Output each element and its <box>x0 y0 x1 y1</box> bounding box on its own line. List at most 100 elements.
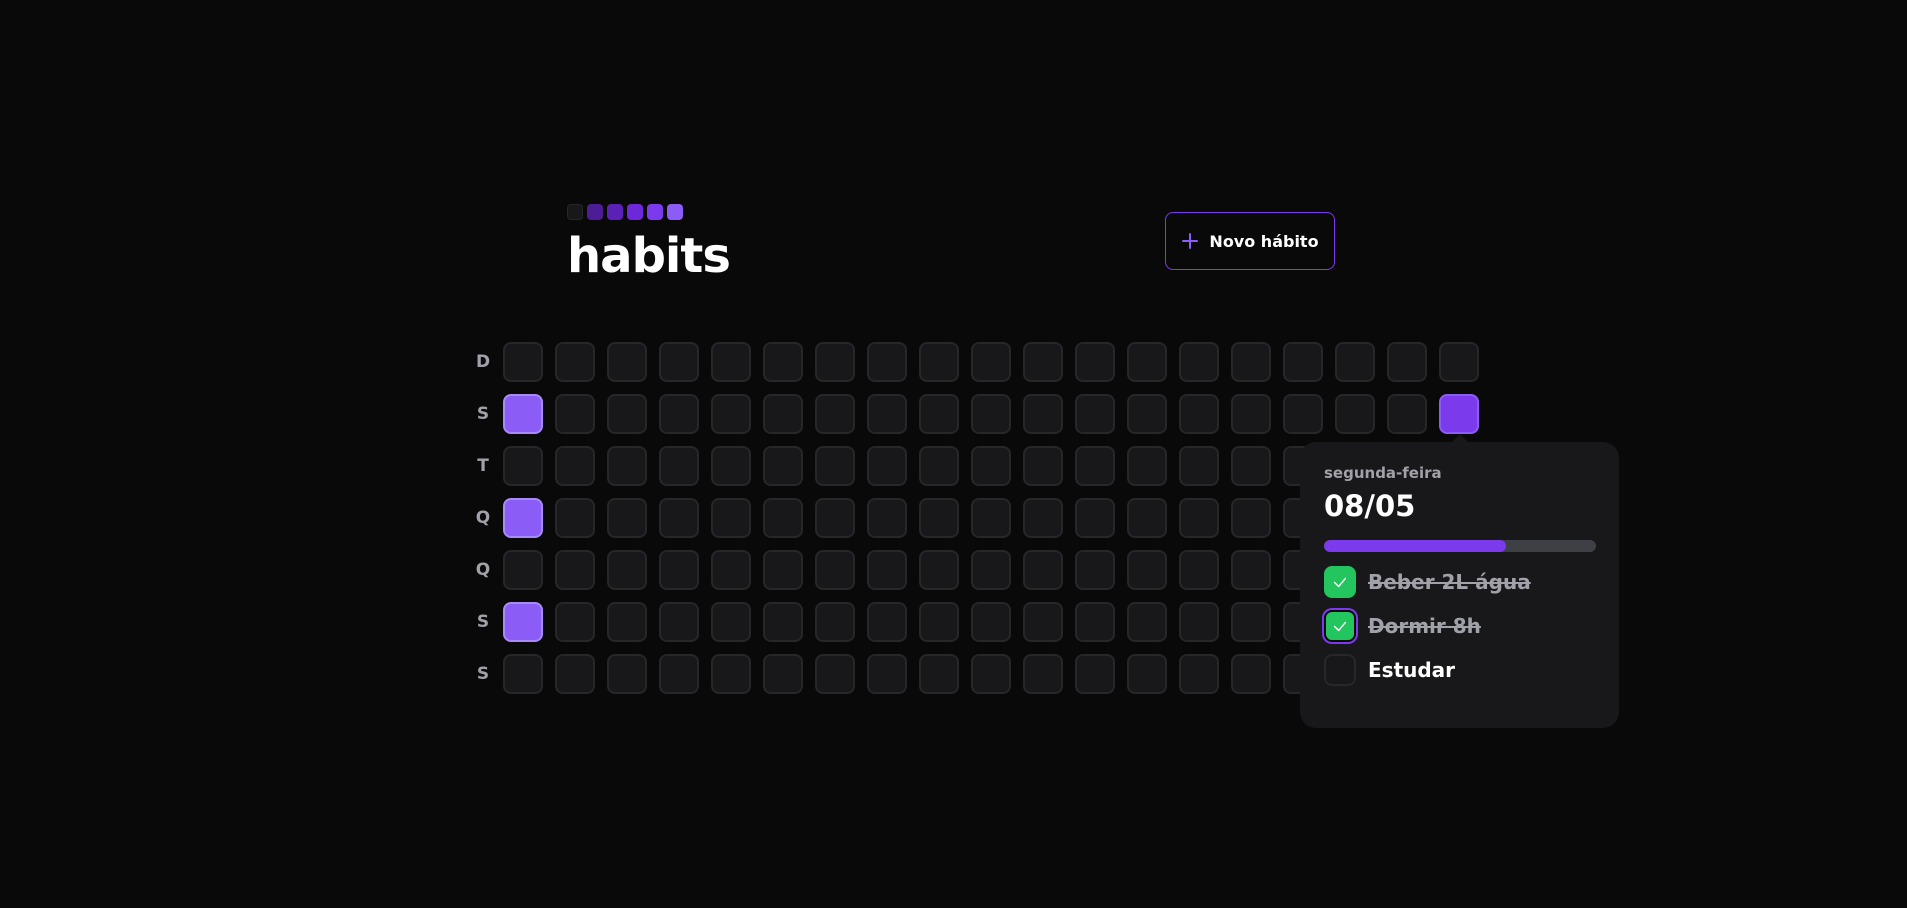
day-square[interactable] <box>607 446 647 486</box>
day-square[interactable] <box>971 446 1011 486</box>
day-square[interactable] <box>919 394 959 434</box>
day-square[interactable] <box>1127 498 1167 538</box>
day-square[interactable] <box>1335 394 1375 434</box>
day-square[interactable] <box>815 446 855 486</box>
day-square[interactable] <box>1283 394 1323 434</box>
day-square[interactable] <box>659 654 699 694</box>
day-square[interactable] <box>1127 654 1167 694</box>
day-square[interactable] <box>1023 654 1063 694</box>
day-square[interactable] <box>867 602 907 642</box>
day-square[interactable] <box>1179 446 1219 486</box>
habit-checkbox[interactable] <box>1324 610 1356 642</box>
day-square[interactable] <box>1335 342 1375 382</box>
new-habit-button[interactable]: Novo hábito <box>1165 212 1335 270</box>
day-square[interactable] <box>867 446 907 486</box>
day-square[interactable] <box>1231 550 1271 590</box>
day-square[interactable] <box>1127 394 1167 434</box>
day-square[interactable] <box>815 654 855 694</box>
day-square[interactable] <box>815 498 855 538</box>
day-square[interactable] <box>919 498 959 538</box>
day-square[interactable] <box>1179 550 1219 590</box>
day-square[interactable] <box>815 550 855 590</box>
day-square[interactable] <box>1023 446 1063 486</box>
day-square[interactable] <box>971 654 1011 694</box>
habit-checkbox-item[interactable]: Dormir 8h <box>1324 610 1595 642</box>
day-square[interactable] <box>971 550 1011 590</box>
day-square[interactable] <box>1075 342 1115 382</box>
day-square[interactable] <box>555 498 595 538</box>
day-square[interactable] <box>1023 394 1063 434</box>
day-square[interactable] <box>763 342 803 382</box>
day-square[interactable] <box>1439 342 1479 382</box>
day-square[interactable] <box>919 342 959 382</box>
day-square[interactable] <box>1127 342 1167 382</box>
day-square[interactable] <box>503 654 543 694</box>
day-square[interactable] <box>1075 446 1115 486</box>
day-square[interactable] <box>919 446 959 486</box>
day-square[interactable] <box>1179 342 1219 382</box>
day-square[interactable] <box>1075 654 1115 694</box>
day-square[interactable] <box>815 342 855 382</box>
habit-checkbox[interactable] <box>1324 654 1356 686</box>
day-square[interactable] <box>607 550 647 590</box>
day-square[interactable] <box>815 394 855 434</box>
day-square[interactable] <box>711 446 751 486</box>
day-square[interactable] <box>1387 394 1427 434</box>
day-square[interactable] <box>503 394 543 434</box>
day-square[interactable] <box>1075 550 1115 590</box>
habit-checkbox-item[interactable]: Estudar <box>1324 654 1595 686</box>
day-square[interactable] <box>607 498 647 538</box>
day-square[interactable] <box>867 550 907 590</box>
day-square[interactable] <box>1231 342 1271 382</box>
day-square[interactable] <box>607 342 647 382</box>
day-square[interactable] <box>1179 602 1219 642</box>
day-square[interactable] <box>659 550 699 590</box>
day-square[interactable] <box>659 602 699 642</box>
day-square[interactable] <box>555 342 595 382</box>
day-square[interactable] <box>919 602 959 642</box>
day-square[interactable] <box>555 654 595 694</box>
day-square[interactable] <box>971 342 1011 382</box>
day-square[interactable] <box>607 654 647 694</box>
day-square[interactable] <box>711 654 751 694</box>
day-square[interactable] <box>1127 550 1167 590</box>
day-square[interactable] <box>1075 602 1115 642</box>
day-square[interactable] <box>1179 498 1219 538</box>
day-square[interactable] <box>555 550 595 590</box>
day-square[interactable] <box>867 394 907 434</box>
day-square[interactable] <box>1179 654 1219 694</box>
day-square[interactable] <box>1231 446 1271 486</box>
day-square[interactable] <box>1231 394 1271 434</box>
day-square[interactable] <box>711 342 751 382</box>
day-square[interactable] <box>555 446 595 486</box>
day-square[interactable] <box>763 602 803 642</box>
day-square[interactable] <box>763 394 803 434</box>
day-square[interactable] <box>971 602 1011 642</box>
day-square[interactable] <box>503 342 543 382</box>
day-square[interactable] <box>1127 602 1167 642</box>
day-square[interactable] <box>711 602 751 642</box>
day-square[interactable] <box>659 446 699 486</box>
day-square[interactable] <box>1179 394 1219 434</box>
day-square[interactable] <box>815 602 855 642</box>
day-square[interactable] <box>659 342 699 382</box>
day-square[interactable] <box>1231 654 1271 694</box>
habit-checkbox-item[interactable]: Beber 2L água <box>1324 566 1595 598</box>
day-square[interactable] <box>1023 342 1063 382</box>
day-square[interactable] <box>867 342 907 382</box>
day-square[interactable] <box>659 394 699 434</box>
day-square[interactable] <box>971 498 1011 538</box>
day-square[interactable] <box>555 394 595 434</box>
day-square[interactable] <box>1023 498 1063 538</box>
day-square[interactable] <box>1075 498 1115 538</box>
day-square[interactable] <box>711 550 751 590</box>
day-square[interactable] <box>711 498 751 538</box>
day-square[interactable] <box>659 498 699 538</box>
day-square[interactable] <box>1023 602 1063 642</box>
day-square[interactable] <box>1231 602 1271 642</box>
day-square[interactable] <box>1283 342 1323 382</box>
day-square[interactable] <box>503 550 543 590</box>
day-square[interactable] <box>763 446 803 486</box>
day-square[interactable] <box>867 498 907 538</box>
day-square[interactable] <box>763 550 803 590</box>
